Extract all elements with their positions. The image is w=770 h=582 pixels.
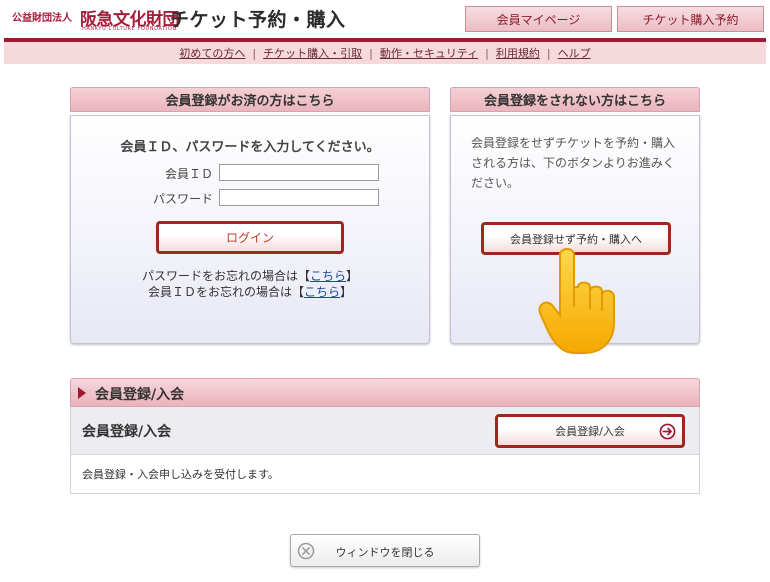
guest-description: 会員登録をせずチケットを予約・購入される方は、下のボタンよりお進みください。 — [471, 136, 676, 190]
login-instruction: 会員ＩＤ、パスワードを入力してください。 — [120, 140, 380, 155]
triangle-bullet-icon — [78, 387, 86, 399]
close-window-button[interactable]: ウィンドウを閉じる — [290, 534, 480, 567]
login-button[interactable]: ログイン — [156, 221, 344, 254]
nav-separator: | — [369, 46, 373, 60]
login-panel-heading: 会員登録がお済の方はこちら — [70, 87, 430, 112]
pointing-hand-icon — [538, 248, 615, 354]
register-button[interactable]: 会員登録/入会 — [495, 414, 685, 448]
forgot-password-text: パスワードをお忘れの場合は【 — [141, 269, 310, 283]
registration-section-header: 会員登録/入会 — [70, 378, 700, 407]
nav-link-first-time[interactable]: 初めての方へ — [179, 45, 245, 61]
registration-row: 会員登録/入会 会員登録/入会 — [70, 407, 700, 455]
nav-separator: | — [546, 46, 551, 60]
forgot-password-line: パスワードをお忘れの場合は【こちら】 — [71, 267, 429, 284]
nav-separator: | — [252, 46, 257, 60]
close-window-label: ウィンドウを閉じる — [335, 546, 435, 559]
nav-link-terms[interactable]: 利用規約 — [496, 45, 540, 61]
logo-org-prefix: 公益財団法人 — [12, 13, 72, 24]
forgot-id-line: 会員ＩＤをお忘れの場合は【こちら】 — [71, 283, 429, 300]
registration-description-text: 会員登録・入会申し込みを受付します。 — [82, 468, 279, 481]
bracket-close: 】 — [340, 285, 353, 299]
nav-link-purchase[interactable]: チケット購入・引取 — [263, 45, 362, 61]
guest-panel-heading: 会員登録をされない方はこちら — [450, 87, 700, 112]
forgot-password-link[interactable]: こちら — [310, 269, 346, 283]
help-nav: 初めての方へ | チケット購入・引取 | 動作・セキュリティ | 利用規約 | … — [4, 42, 766, 64]
member-id-input[interactable] — [219, 164, 379, 181]
arrow-right-circle-icon — [659, 423, 676, 440]
registration-row-title: 会員登録/入会 — [82, 424, 172, 440]
nav-link-security[interactable]: 動作・セキュリティ — [380, 45, 478, 61]
member-mypage-button[interactable]: 会員マイページ — [465, 6, 612, 32]
register-button-label: 会員登録/入会 — [555, 425, 625, 438]
login-panel: 会員ＩＤ、パスワードを入力してください。 会員ＩＤ パスワード ログイン パスワ… — [70, 115, 430, 344]
registration-section-title: 会員登録/入会 — [95, 387, 185, 403]
password-input[interactable] — [219, 189, 379, 206]
logo-org-name-en: HANKYU CULTURE FOUNDATION — [82, 26, 177, 32]
bracket-close: 】 — [346, 269, 359, 283]
nav-separator: | — [485, 46, 489, 60]
member-id-label: 会員ＩＤ — [164, 167, 213, 181]
password-label: パスワード — [152, 192, 213, 206]
forgot-id-text: 会員ＩＤをお忘れの場合は【 — [147, 285, 304, 299]
ticket-reserve-button[interactable]: チケット購入予約 — [617, 6, 764, 32]
nav-link-help[interactable]: ヘルプ — [558, 45, 591, 61]
page-title: チケット予約・購入 — [170, 9, 346, 31]
forgot-id-link[interactable]: こちら — [304, 285, 340, 299]
registration-description: 会員登録・入会申し込みを受付します。 — [70, 455, 700, 494]
page-header: 公益財団法人 阪急文化財団 HANKYU CULTURE FOUNDATION … — [0, 0, 770, 40]
